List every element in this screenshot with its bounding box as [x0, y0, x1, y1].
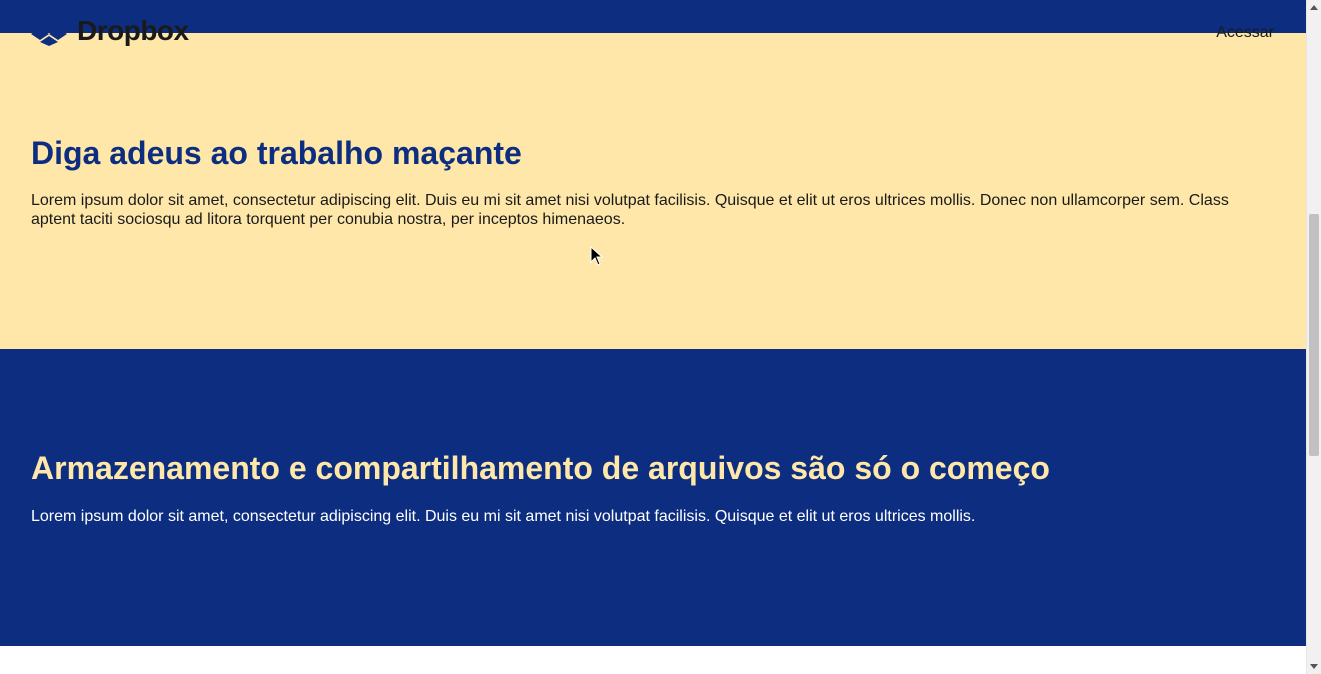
section-title: Diga adeus ao trabalho maçante — [31, 135, 522, 171]
mouse-cursor-icon — [590, 246, 604, 266]
scroll-up-icon[interactable] — [1310, 5, 1318, 10]
brand-name: Dropbox — [77, 15, 189, 46]
scroll-down-icon[interactable] — [1310, 664, 1318, 669]
scroll-thumb[interactable] — [1309, 214, 1319, 456]
page: Dropbox Acessar Diga adeus ao trabalho m… — [0, 0, 1306, 674]
section-text: Lorem ipsum dolor sit amet, consectetur … — [31, 192, 1229, 228]
section-title: Armazenamento e compartilhamento de arqu… — [31, 450, 1050, 486]
section-next — [0, 646, 1306, 674]
login-link[interactable]: Acessar — [1216, 24, 1274, 42]
section-boring-work: Diga adeus ao trabalho maçante Lorem ips… — [0, 33, 1306, 349]
section-text: Lorem ipsum dolor sit amet, consectetur … — [31, 508, 976, 525]
header-bar — [0, 0, 1306, 33]
vertical-scrollbar[interactable] — [1306, 0, 1321, 674]
section-storage: Armazenamento e compartilhamento de arqu… — [0, 349, 1306, 646]
brand-logo-link[interactable]: Dropbox — [31, 16, 189, 46]
dropbox-logo-icon — [31, 16, 67, 46]
